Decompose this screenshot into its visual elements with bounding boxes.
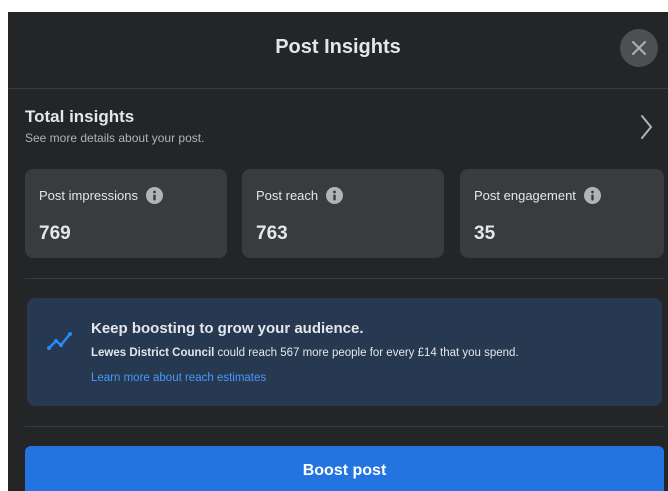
metric-value: 35	[474, 223, 496, 244]
metric-label: Post reach	[256, 188, 319, 203]
metric-value: 763	[256, 223, 288, 244]
learn-more-link[interactable]: Learn more about reach estimates	[91, 372, 266, 384]
boost-post-button[interactable]: Boost post	[25, 446, 664, 491]
trend-up-icon	[47, 332, 72, 350]
page-name: Lewes District Council	[91, 347, 215, 359]
close-button[interactable]	[620, 29, 658, 67]
divider	[25, 278, 665, 279]
boost-info-banner: Keep boosting to grow your audience. Lew…	[27, 298, 662, 406]
banner-title: Keep boosting to grow your audience.	[91, 320, 364, 337]
total-insights-title: Total insights	[25, 107, 135, 126]
metric-card-engagement: Post engagement 35	[460, 169, 664, 258]
info-icon[interactable]	[145, 187, 163, 204]
metric-label: Post engagement	[474, 188, 576, 203]
info-icon[interactable]	[326, 187, 344, 204]
close-icon	[632, 41, 646, 55]
post-insights-dialog: Post Insights Total insights See more de…	[8, 12, 668, 491]
metric-card-impressions: Post impressions 769	[25, 169, 227, 258]
metric-card-reach: Post reach 763	[242, 169, 444, 258]
reach-estimate-text: could reach 567 more people for every £1…	[214, 347, 519, 359]
total-insights-subtitle: See more details about your post.	[25, 131, 205, 145]
info-icon[interactable]	[583, 187, 601, 204]
chevron-right-icon	[641, 115, 653, 139]
metric-value: 769	[39, 223, 71, 244]
metric-label: Post impressions	[39, 188, 138, 203]
dialog-title: Post Insights	[275, 36, 401, 58]
total-insights-row[interactable]: Total insights See more details about yo…	[8, 107, 668, 159]
banner-message: Lewes District Council could reach 567 m…	[91, 347, 519, 359]
dialog-header: Post Insights	[8, 12, 668, 89]
divider	[25, 426, 665, 427]
